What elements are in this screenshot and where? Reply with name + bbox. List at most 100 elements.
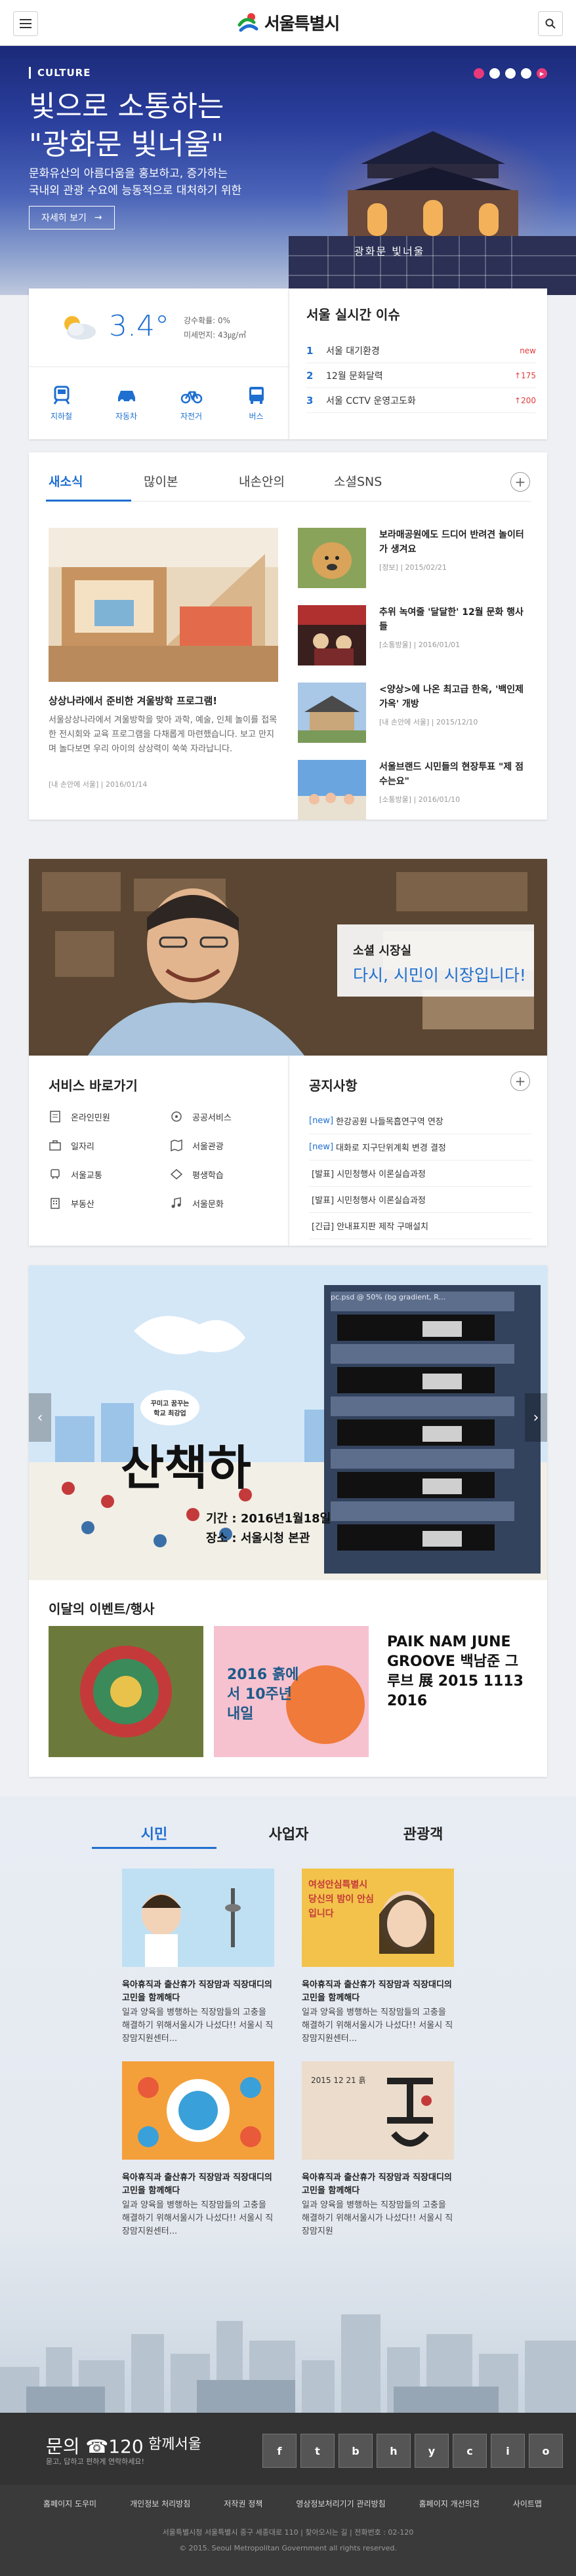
issue-status: ↑175 xyxy=(514,370,536,380)
notice-item[interactable]: [발표] 시민청행사 이론실습과정 xyxy=(309,1160,532,1187)
realtime-issue-card: 서울 실시간 이슈 1 서울 대기환경 new 2 12월 문화달력 ↑175 3 서울 … xyxy=(289,288,547,439)
pager-dot[interactable] xyxy=(521,68,531,79)
poster-text: 여성안심특별시 당신의 밤이 안심입니다 xyxy=(308,1880,374,1919)
event-poster[interactable]: 2016 흙에서 10주년 내일 xyxy=(214,1626,369,1757)
news-item[interactable]: 보라매공원에도 드디어 반려견 놀이터가 생겨요 [정보] | 2015/02/… xyxy=(298,528,527,605)
issue-item[interactable]: 2 12월 문화달력 ↑175 xyxy=(306,363,536,388)
featured-news-image[interactable] xyxy=(49,528,278,682)
search-button[interactable] xyxy=(538,11,563,36)
event-poster[interactable]: PAIK NAM JUNE GROOVE 백남준 그루브 展 2015 1113… xyxy=(379,1626,534,1757)
traffic-label: 자전거 xyxy=(180,411,203,421)
call-center-title[interactable]: 문의 ☎120 xyxy=(46,2432,144,2459)
footer-link[interactable]: 홈페이지 개선의견 xyxy=(419,2498,480,2509)
tab-mine[interactable]: 내손안의 xyxy=(239,472,334,501)
pager-dot[interactable] xyxy=(489,68,500,79)
issue-item[interactable]: 1 서울 대기환경 new xyxy=(306,338,536,363)
traffic-bicycle[interactable]: 자전거 xyxy=(159,367,224,439)
tab-popular[interactable]: 많이본 xyxy=(144,472,239,501)
notice-item[interactable]: [new] 대화로 지구단위계획 변경 결정 xyxy=(309,1134,532,1160)
news-item-title: 보라매공원에도 드디어 반려견 놀이터가 생겨요 xyxy=(379,530,524,555)
notice-more-button[interactable]: + xyxy=(510,1071,530,1091)
traffic-car[interactable]: 자동차 xyxy=(94,367,159,439)
footer-link[interactable]: 사이트맵 xyxy=(513,2498,542,2509)
service-online-petition[interactable]: 온라인민원 xyxy=(49,1108,157,1125)
service-tourism[interactable]: 서울관광 xyxy=(170,1137,278,1154)
hero-title-line2: "광화문 빛너울" xyxy=(29,128,224,161)
together-seoul-logo[interactable]: 함께서울 xyxy=(148,2432,201,2453)
poster-text: 2016 흙에서 10주년 내일 xyxy=(227,1667,299,1722)
menu-button[interactable] xyxy=(13,11,38,36)
service-public[interactable]: 공공서비스 xyxy=(170,1108,278,1125)
news-item[interactable]: <양상>에 나온 최고급 한옥, '백인제 가옥' 개방 [내 손안에 서울] … xyxy=(298,683,527,760)
chevron-right-icon: › xyxy=(533,1409,539,1426)
instagram-icon[interactable]: i xyxy=(491,2434,525,2468)
notice-item[interactable]: [new] 한강공원 나들목흡연구역 연장 xyxy=(309,1108,532,1134)
pager-dot[interactable] xyxy=(505,68,516,79)
news-item[interactable]: 서울브랜드 시민들의 현장투표 "제 점수는요" [소통방울] | 2016/0… xyxy=(298,760,527,837)
event-banner[interactable]: 꾸미고 꿈꾸는 학교 최강업 산책하 기간 : 2016년1월18일 장소 : … xyxy=(29,1265,547,1580)
audience-item[interactable]: 여성안심특별시 당신의 밤이 안심입니다 육아휴직과 출산휴가 직장맘과 직장대… xyxy=(302,1869,454,2046)
news-item-text: 추위 녹여줄 '달달한' 12월 문화 행사들 [소통방울] | 2016/01… xyxy=(379,605,527,683)
footer-link[interactable]: 홈페이지 도우미 xyxy=(43,2498,96,2509)
tab-tourist[interactable]: 관광객 xyxy=(361,1816,485,1849)
youtube-icon[interactable]: y xyxy=(415,2434,449,2468)
music-icon xyxy=(171,1197,181,1208)
facebook-icon[interactable]: f xyxy=(262,2434,297,2468)
twitter-icon[interactable]: t xyxy=(300,2434,335,2468)
tab-new[interactable]: 새소식 xyxy=(49,472,144,501)
home-icon[interactable]: h xyxy=(377,2434,411,2468)
city-skyline-image xyxy=(0,2314,576,2413)
poster-text: PAIK NAM JUNE GROOVE 백남준 그루브 展 2015 1113… xyxy=(387,1634,524,1709)
hero-more-label: 자세히 보기 xyxy=(41,213,87,224)
layer-label: pc.psd @ 50% (bg gradient, R... xyxy=(331,1293,445,1301)
audience-item-title: 육아휴직과 출산휴가 직장맘과 직장대디의 고민을 함께해다 xyxy=(122,2173,272,2196)
issue-keyword: 서울 CCTV 운영고도화 xyxy=(326,395,416,406)
footer-link[interactable]: 영상정보처리기기 관리방침 xyxy=(296,2498,385,2509)
play-icon[interactable]: ▶ xyxy=(537,68,547,79)
service-learning[interactable]: 평생학습 xyxy=(170,1166,278,1183)
featured-news-meta: [내 손안에 서울] | 2016/01/14 xyxy=(49,780,148,789)
event-next-button[interactable]: › xyxy=(525,1393,547,1442)
service-culture[interactable]: 서울문화 xyxy=(170,1195,278,1212)
hero-banner[interactable]: CULTURE 빛으로 소통하는 "광화문 빛너울" 문화유산의 아름다움을 홍… xyxy=(0,46,576,295)
notice-item[interactable]: [발표] 시민청행사 이론실습과정 xyxy=(309,1187,532,1213)
news-item-meta: [소통방울] | 2016/01/01 xyxy=(379,641,461,649)
news-item-text: 서울브랜드 시민들의 현장투표 "제 점수는요" [소통방울] | 2016/0… xyxy=(379,760,527,837)
audience-item[interactable]: 육아휴직과 출산휴가 직장맘과 직장대디의 고민을 함께해다 일과 양육을 병행… xyxy=(122,1869,274,2046)
audience-item-title: 육아휴직과 출산휴가 직장맘과 직장대디의 고민을 함께해다 xyxy=(122,1980,272,2003)
audience-item[interactable]: 육아휴직과 출산휴가 직장맘과 직장대디의 고민을 함께해다 일과 양육을 병행… xyxy=(122,2061,274,2238)
traffic-bus[interactable]: 버스 xyxy=(224,367,289,439)
mayor-banner[interactable]: 소셜 시장실 다시, 시민이 시장입니다! xyxy=(29,859,547,1056)
tab-social[interactable]: 소셜SNS xyxy=(334,472,429,501)
issue-keyword: 12월 문화달력 xyxy=(326,370,383,382)
event-prev-button[interactable]: ‹ xyxy=(29,1393,51,1442)
service-traffic[interactable]: 서울교통 xyxy=(49,1166,157,1183)
tab-active-underline xyxy=(46,500,131,502)
tab-citizen[interactable]: 시민 xyxy=(92,1816,216,1849)
pager-dot[interactable] xyxy=(474,68,484,79)
featured-news-title[interactable]: 상상나라에서 준비한 겨울방학 프로그램! xyxy=(49,694,278,707)
footer-link[interactable]: 저작권 정책 xyxy=(224,2498,262,2509)
blog-icon[interactable]: b xyxy=(339,2434,373,2468)
event-poster[interactable] xyxy=(49,1626,203,1757)
other-sns-icon[interactable]: o xyxy=(529,2434,563,2468)
hero-more-button[interactable]: 자세히 보기 → xyxy=(29,206,115,229)
news-more-button[interactable]: + xyxy=(510,472,530,492)
footer-address: 서울특별시청 서울특별시 중구 세종대로 110 | 찾아오시는 길 | 전화번… xyxy=(162,2528,414,2537)
news-item[interactable]: 추위 녹여줄 '달달한' 12월 문화 행사들 [소통방울] | 2016/01… xyxy=(298,605,527,683)
tab-business[interactable]: 사업자 xyxy=(226,1816,351,1849)
channel-icon[interactable]: c xyxy=(453,2434,487,2468)
site-logo[interactable]: 서울특별시 xyxy=(237,10,340,35)
service-jobs[interactable]: 일자리 xyxy=(49,1137,157,1154)
issue-item[interactable]: 3 서울 CCTV 운영고도화 ↑200 xyxy=(306,388,536,413)
audience-item[interactable]: 2015 12 21 흙 육아휴직과 출산휴가 직장맘과 직장대디의 고민을 함… xyxy=(302,2061,454,2238)
mayor-subtitle: 소셜 시장실 xyxy=(353,944,412,958)
footer-link[interactable]: 개인정보 처리방침 xyxy=(130,2498,190,2509)
news-item-meta: [내 손안에 서울] | 2015/12/10 xyxy=(379,718,478,726)
service-label: 부동산 xyxy=(71,1199,94,1210)
service-label: 일자리 xyxy=(71,1141,94,1152)
notice-item[interactable]: [긴급] 안내표지판 제작 구매설치 xyxy=(309,1213,532,1239)
dog-thumbnail xyxy=(298,528,366,588)
traffic-subway[interactable]: 지하철 xyxy=(29,367,94,439)
service-realestate[interactable]: 부동산 xyxy=(49,1195,157,1212)
